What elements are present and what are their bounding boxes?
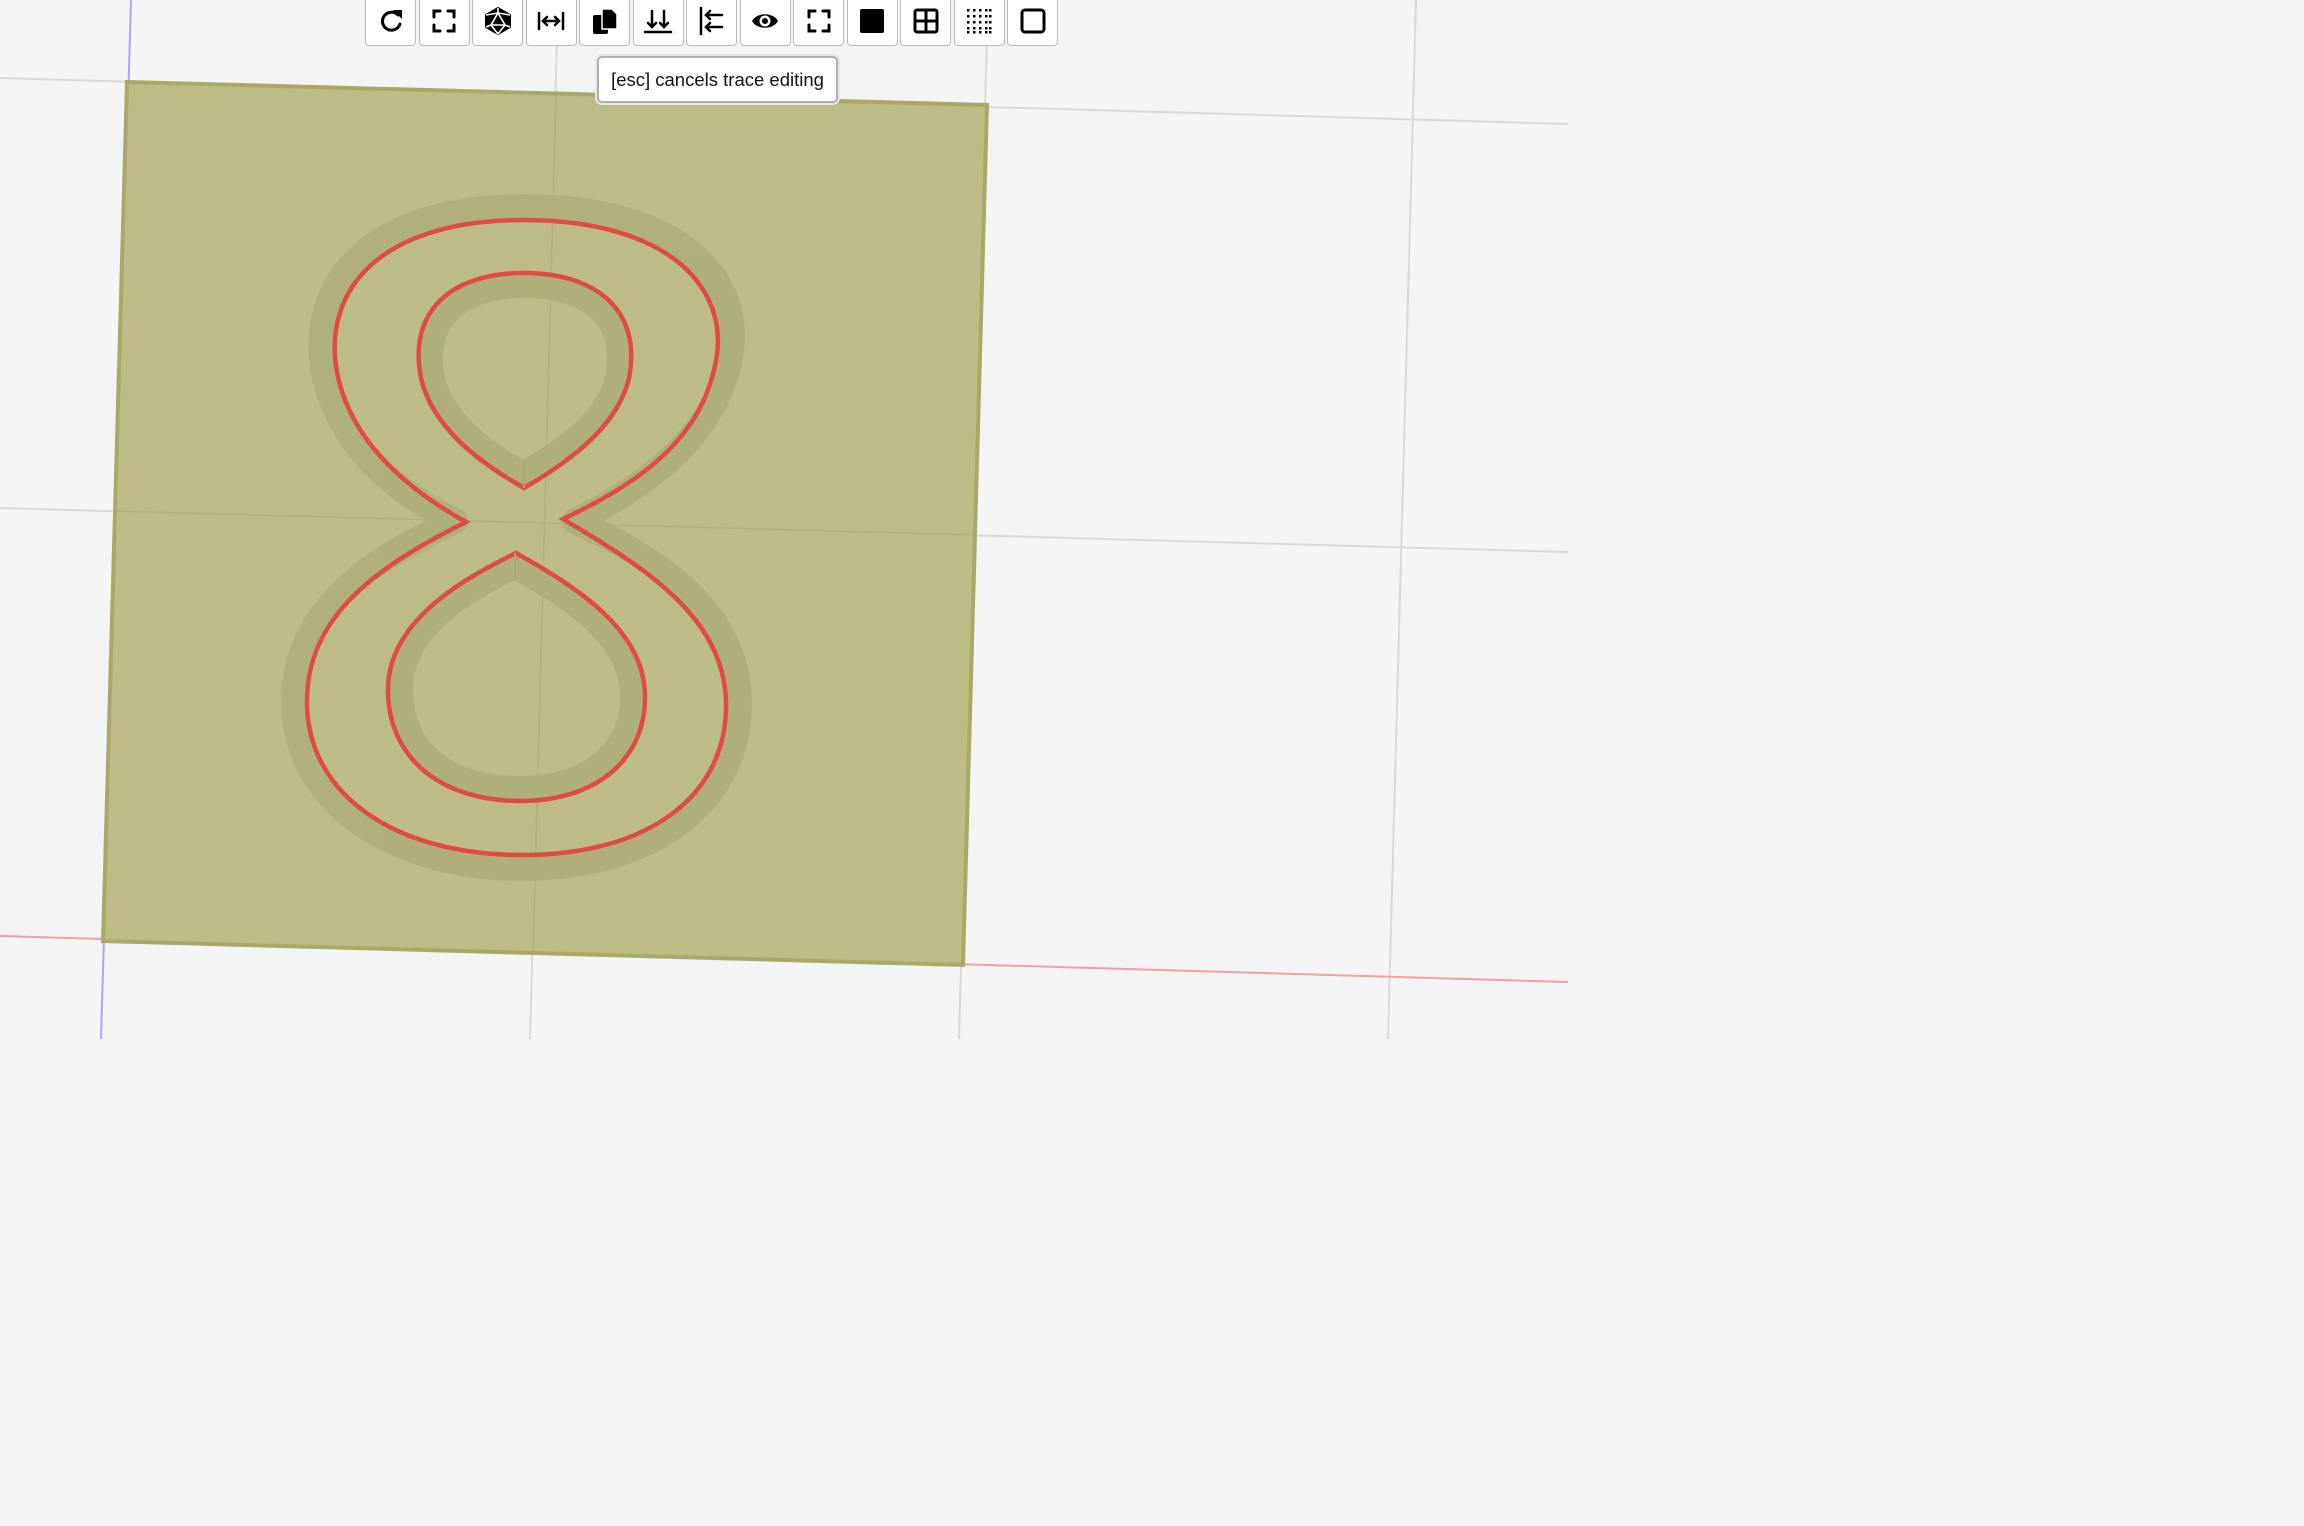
outline-square-icon bbox=[1020, 8, 1045, 34]
solid-square-icon bbox=[860, 9, 884, 33]
align-bottom-button[interactable] bbox=[632, 0, 684, 46]
tooltip-text: [esc] cancels trace editing bbox=[611, 68, 824, 90]
align-left-button[interactable] bbox=[686, 0, 737, 46]
measure-width-icon bbox=[537, 11, 565, 31]
view-toolbar bbox=[365, 0, 1058, 46]
3d-scene[interactable] bbox=[0, 0, 1568, 1039]
grid-icon bbox=[913, 8, 938, 34]
align-left-icon bbox=[699, 6, 723, 36]
redo-button[interactable] bbox=[365, 0, 416, 46]
copy-button[interactable] bbox=[579, 0, 630, 46]
visibility-button[interactable] bbox=[739, 0, 791, 46]
fullscreen-icon bbox=[807, 9, 830, 33]
redo-icon bbox=[380, 10, 402, 32]
solid-view-button[interactable] bbox=[846, 0, 898, 46]
eye-icon bbox=[752, 14, 778, 28]
fit-view-icon bbox=[432, 9, 456, 33]
dot-grid-button[interactable] bbox=[953, 0, 1005, 46]
copy-icon bbox=[592, 8, 618, 34]
wireframe-button[interactable] bbox=[1007, 0, 1058, 46]
tooltip: [esc] cancels trace editing bbox=[597, 56, 838, 103]
grid-button[interactable] bbox=[900, 0, 951, 46]
fullscreen-button[interactable] bbox=[793, 0, 844, 46]
align-bottom-icon bbox=[643, 9, 673, 34]
dotted-grid-icon bbox=[967, 9, 992, 34]
polyhedron-icon bbox=[484, 6, 511, 36]
3d-view-button[interactable] bbox=[472, 0, 523, 46]
measure-button[interactable] bbox=[525, 0, 577, 46]
cad-viewport[interactable]: [esc] cancels trace editing bbox=[0, 0, 1568, 1039]
fit-view-button[interactable] bbox=[418, 0, 470, 46]
